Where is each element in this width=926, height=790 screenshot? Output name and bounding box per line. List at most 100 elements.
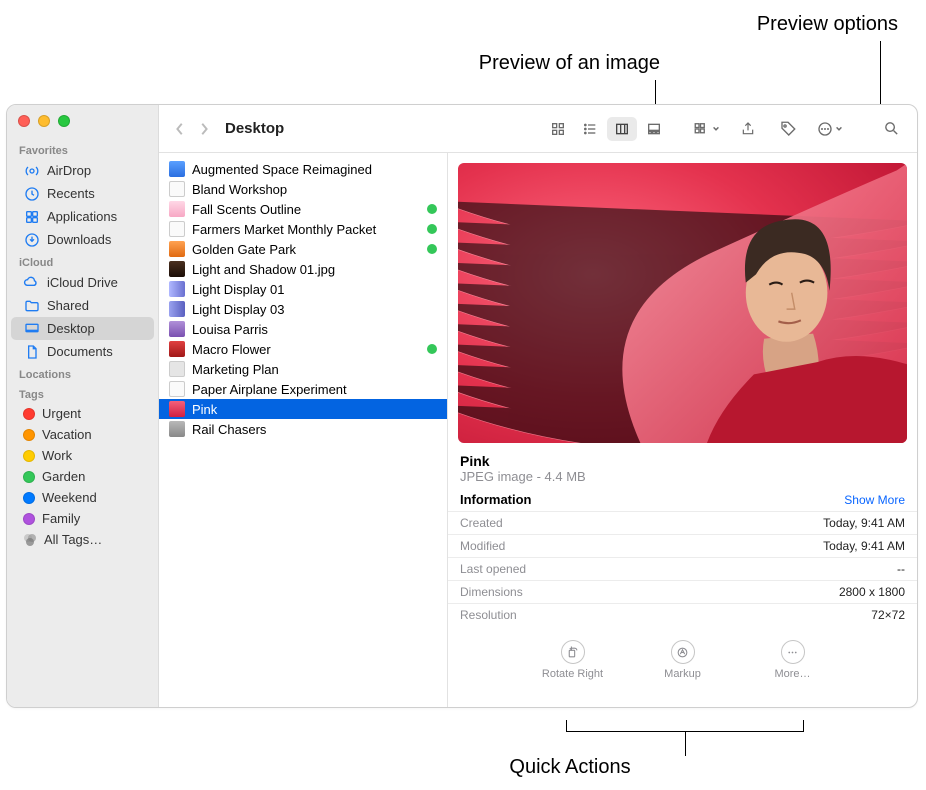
file-row[interactable]: Light Display 03 bbox=[159, 299, 447, 319]
more-icon bbox=[781, 640, 805, 664]
sidebar-tag-weekend[interactable]: Weekend bbox=[11, 487, 154, 508]
sidebar: Favorites AirDrop Recents Applications D… bbox=[7, 105, 159, 707]
file-icon bbox=[169, 381, 185, 397]
minimize-button[interactable] bbox=[38, 115, 50, 127]
view-switcher bbox=[543, 117, 669, 141]
search-button[interactable] bbox=[875, 117, 907, 141]
sidebar-item-airdrop[interactable]: AirDrop bbox=[11, 159, 154, 182]
sidebar-item-label: Work bbox=[42, 448, 72, 463]
sidebar-item-downloads[interactable]: Downloads bbox=[11, 228, 154, 251]
sidebar-item-documents[interactable]: Documents bbox=[11, 340, 154, 363]
sidebar-item-label: Downloads bbox=[47, 232, 111, 247]
file-icon bbox=[169, 321, 185, 337]
forward-button[interactable] bbox=[193, 118, 215, 140]
main-area: Desktop Augmented Space Reimagined Bland … bbox=[159, 105, 917, 707]
file-row[interactable]: Paper Airplane Experiment bbox=[159, 379, 447, 399]
file-label: Fall Scents Outline bbox=[192, 202, 420, 217]
file-label: Augmented Space Reimagined bbox=[192, 162, 437, 177]
info-key: Last opened bbox=[460, 562, 526, 576]
file-icon bbox=[169, 181, 185, 197]
location-title: Desktop bbox=[225, 120, 284, 137]
zoom-button[interactable] bbox=[58, 115, 70, 127]
file-row[interactable]: Louisa Parris bbox=[159, 319, 447, 339]
file-icon bbox=[169, 201, 185, 217]
file-row[interactable]: Farmers Market Monthly Packet bbox=[159, 219, 447, 239]
sidebar-section-favorites: Favorites bbox=[7, 139, 158, 159]
tag-dot-icon bbox=[23, 492, 35, 504]
info-header: Information bbox=[460, 492, 532, 507]
sidebar-section-tags: Tags bbox=[7, 383, 158, 403]
group-button[interactable] bbox=[689, 117, 724, 141]
show-more-link[interactable]: Show More bbox=[844, 493, 905, 507]
file-row[interactable]: Fall Scents Outline bbox=[159, 199, 447, 219]
sidebar-tag-work[interactable]: Work bbox=[11, 445, 154, 466]
finder-window: Favorites AirDrop Recents Applications D… bbox=[6, 104, 918, 708]
file-row[interactable]: Rail Chasers bbox=[159, 419, 447, 439]
info-value: Today, 9:41 AM bbox=[823, 539, 905, 553]
file-icon bbox=[169, 161, 185, 177]
quick-action-label: Markup bbox=[664, 668, 701, 680]
file-row[interactable]: Marketing Plan bbox=[159, 359, 447, 379]
file-label: Farmers Market Monthly Packet bbox=[192, 222, 420, 237]
close-button[interactable] bbox=[18, 115, 30, 127]
share-button[interactable] bbox=[732, 117, 764, 141]
back-button[interactable] bbox=[169, 118, 191, 140]
quick-action-more[interactable]: More… bbox=[753, 640, 833, 680]
sidebar-item-recents[interactable]: Recents bbox=[11, 182, 154, 205]
sidebar-item-label: Desktop bbox=[47, 321, 95, 336]
file-icon bbox=[169, 261, 185, 277]
tag-dot-icon bbox=[23, 471, 35, 483]
info-row: Resolution72×72 bbox=[448, 603, 917, 626]
preview-subtitle: JPEG image - 4.4 MB bbox=[448, 469, 917, 490]
file-list-column: Augmented Space Reimagined Bland Workshop… bbox=[159, 153, 448, 707]
view-columns-button[interactable] bbox=[607, 117, 637, 141]
sidebar-item-label: Applications bbox=[47, 209, 117, 224]
tags-button[interactable] bbox=[772, 117, 804, 141]
file-icon bbox=[169, 341, 185, 357]
file-row[interactable]: Bland Workshop bbox=[159, 179, 447, 199]
markup-icon bbox=[671, 640, 695, 664]
sidebar-item-applications[interactable]: Applications bbox=[11, 205, 154, 228]
tag-dot-icon bbox=[23, 408, 35, 420]
file-row[interactable]: Golden Gate Park bbox=[159, 239, 447, 259]
sidebar-item-label: Shared bbox=[47, 298, 89, 313]
preview-image bbox=[458, 163, 907, 443]
quick-actions: Rotate Right Markup More… bbox=[448, 626, 917, 690]
sidebar-tag-all[interactable]: All Tags… bbox=[11, 529, 154, 550]
file-label: Louisa Parris bbox=[192, 322, 437, 337]
sidebar-tag-urgent[interactable]: Urgent bbox=[11, 403, 154, 424]
content-area: Augmented Space Reimagined Bland Workshop… bbox=[159, 153, 917, 707]
file-label: Light Display 03 bbox=[192, 302, 437, 317]
sidebar-item-desktop[interactable]: Desktop bbox=[11, 317, 154, 340]
file-row[interactable]: Augmented Space Reimagined bbox=[159, 159, 447, 179]
file-row[interactable]: Light and Shadow 01.jpg bbox=[159, 259, 447, 279]
sidebar-item-shared[interactable]: Shared bbox=[11, 294, 154, 317]
clock-icon bbox=[23, 185, 40, 202]
file-row[interactable]: Pink bbox=[159, 399, 447, 419]
sidebar-item-label: Recents bbox=[47, 186, 95, 201]
view-gallery-button[interactable] bbox=[639, 117, 669, 141]
action-button[interactable] bbox=[812, 117, 847, 141]
tag-dot-icon bbox=[427, 204, 437, 214]
file-label: Marketing Plan bbox=[192, 362, 437, 377]
info-key: Dimensions bbox=[460, 585, 523, 599]
view-list-button[interactable] bbox=[575, 117, 605, 141]
file-label: Pink bbox=[192, 402, 437, 417]
info-value: 72×72 bbox=[871, 608, 905, 622]
sidebar-item-iclouddrive[interactable]: iCloud Drive bbox=[11, 271, 154, 294]
file-row[interactable]: Light Display 01 bbox=[159, 279, 447, 299]
quick-action-markup[interactable]: Markup bbox=[643, 640, 723, 680]
sidebar-tag-family[interactable]: Family bbox=[11, 508, 154, 529]
callout-preview-options: Preview options bbox=[678, 13, 898, 36]
window-controls bbox=[7, 115, 158, 127]
view-icons-button[interactable] bbox=[543, 117, 573, 141]
sidebar-tag-vacation[interactable]: Vacation bbox=[11, 424, 154, 445]
file-icon bbox=[169, 301, 185, 317]
file-row[interactable]: Macro Flower bbox=[159, 339, 447, 359]
tag-dot-icon bbox=[427, 344, 437, 354]
downloads-icon bbox=[23, 231, 40, 248]
all-tags-icon bbox=[23, 533, 37, 547]
folder-icon bbox=[23, 297, 40, 314]
quick-action-rotate[interactable]: Rotate Right bbox=[533, 640, 613, 680]
sidebar-tag-garden[interactable]: Garden bbox=[11, 466, 154, 487]
